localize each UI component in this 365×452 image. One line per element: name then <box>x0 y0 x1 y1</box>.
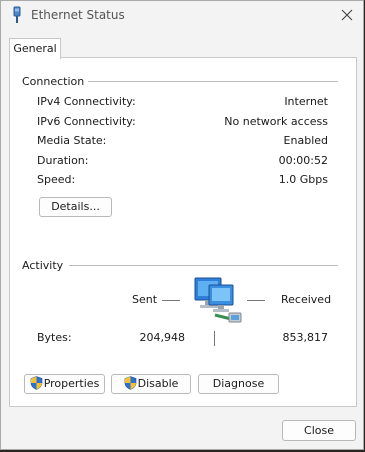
ipv6-connectivity-label: IPv6 Connectivity: <box>37 115 136 128</box>
activity-heading: Activity <box>22 259 68 272</box>
general-tab-panel: Connection IPv4 Connectivity: Internet I… <box>9 57 357 407</box>
received-label: Received <box>281 293 332 306</box>
uac-shield-icon <box>30 376 43 390</box>
media-state-label: Media State: <box>37 134 107 147</box>
close-button[interactable]: Close <box>282 420 356 441</box>
disable-button-label: Disable <box>137 377 179 390</box>
network-computers-icon <box>194 277 242 323</box>
ethernet-plug-icon <box>13 6 21 23</box>
properties-button[interactable]: Properties <box>24 374 105 394</box>
media-state-value: Enabled <box>283 134 328 147</box>
duration-label: Duration: <box>37 154 89 167</box>
ethernet-status-dialog: Ethernet Status General Connection IPv4 … <box>0 0 364 450</box>
connection-divider <box>87 81 338 82</box>
tab-general[interactable]: General <box>9 38 61 59</box>
speed-value: 1.0 Gbps <box>278 173 328 186</box>
sent-label: Sent <box>132 293 158 306</box>
bytes-divider-line <box>214 331 215 346</box>
diagnose-button[interactable]: Diagnose <box>198 374 279 394</box>
bytes-received-value: 853,817 <box>282 331 329 344</box>
ipv4-connectivity-value: Internet <box>284 95 328 108</box>
ipv4-connectivity-label: IPv4 Connectivity: <box>37 95 136 108</box>
bytes-sent-value: 204,948 <box>139 331 186 344</box>
sent-connector-line <box>162 300 180 301</box>
bytes-label: Bytes: <box>37 331 72 344</box>
close-icon[interactable] <box>338 6 356 24</box>
title-bar: Ethernet Status <box>1 1 363 31</box>
details-button[interactable]: Details... <box>39 197 112 217</box>
activity-divider <box>69 265 338 266</box>
received-connector-line <box>247 300 265 301</box>
speed-label: Speed: <box>37 173 76 186</box>
properties-button-label: Properties <box>43 377 100 390</box>
ipv6-connectivity-value: No network access <box>224 115 328 128</box>
disable-button[interactable]: Disable <box>111 374 191 394</box>
window-title: Ethernet Status <box>31 8 125 22</box>
duration-value: 00:00:52 <box>278 154 328 167</box>
uac-shield-icon <box>124 376 136 390</box>
connection-heading: Connection <box>22 75 89 88</box>
